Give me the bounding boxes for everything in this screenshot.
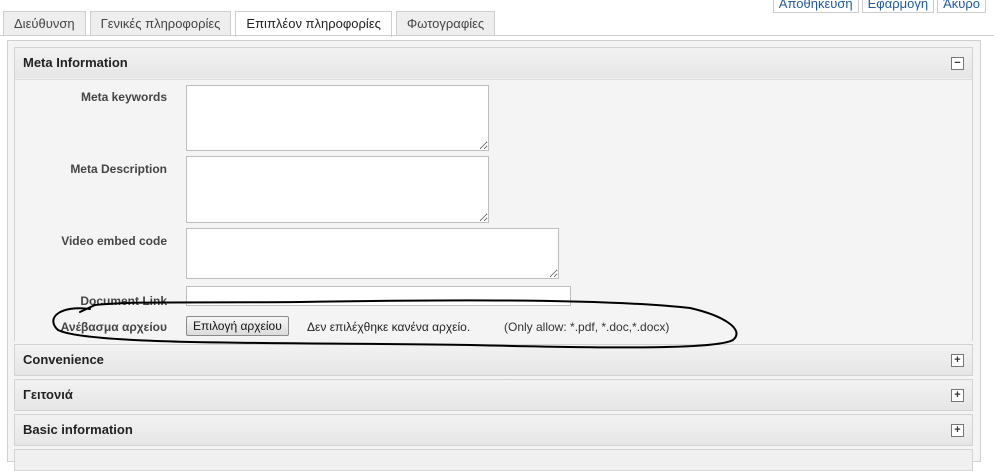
- tab-photos[interactable]: Φωτογραφίες: [395, 11, 496, 35]
- collapse-icon[interactable]: −: [951, 57, 964, 70]
- meta-information-panel: Meta Information − Meta keywords Meta De…: [14, 47, 973, 341]
- document-link-input[interactable]: [186, 286, 571, 306]
- tab-bar: Διεύθυνση Γενικές πληροφορίες Επιπλέον π…: [3, 11, 499, 37]
- tab-extra-info[interactable]: Επιπλέον πληροφορίες: [235, 11, 392, 37]
- tab-content: Meta Information − Meta keywords Meta De…: [7, 40, 981, 471]
- choose-file-button[interactable]: Επιλογή αρχείου: [186, 316, 289, 336]
- file-status-text: Δεν επιλέχθηκε κανένα αρχείο.: [307, 320, 471, 334]
- basic-information-panel: Basic information +: [14, 414, 973, 446]
- neighborhood-title: Γειτονιά: [23, 387, 73, 402]
- neighborhood-header[interactable]: Γειτονιά +: [15, 380, 972, 410]
- convenience-title: Convenience: [23, 352, 104, 367]
- meta-information-body: Meta keywords Meta Description Video emb…: [15, 79, 972, 341]
- convenience-panel: Convenience +: [14, 344, 973, 376]
- basic-information-header[interactable]: Basic information +: [15, 415, 972, 445]
- save-link[interactable]: Αποθήκευση: [772, 0, 859, 13]
- meta-information-header[interactable]: Meta Information −: [15, 48, 972, 78]
- video-embed-label: Video embed code: [61, 234, 167, 248]
- expand-icon[interactable]: +: [951, 424, 964, 437]
- file-upload-label: Ανέβασμα αρχείου: [60, 320, 167, 334]
- cancel-link[interactable]: Άκυρο: [937, 0, 986, 13]
- meta-keywords-label: Meta keywords: [80, 90, 167, 104]
- meta-description-label: Meta Description: [70, 162, 167, 176]
- meta-information-title: Meta Information: [23, 55, 128, 70]
- document-link-label: Document Link: [80, 294, 167, 308]
- expand-icon[interactable]: +: [951, 354, 964, 367]
- expand-icon[interactable]: +: [951, 389, 964, 402]
- apply-link[interactable]: Εφαρμογή: [861, 0, 935, 13]
- next-panel-edge: [14, 449, 973, 471]
- convenience-header[interactable]: Convenience +: [15, 345, 972, 375]
- tab-general-info[interactable]: Γενικές πληροφορίες: [89, 11, 232, 35]
- meta-keywords-input[interactable]: [186, 85, 489, 151]
- meta-description-input[interactable]: [186, 156, 489, 223]
- allowed-types-text: (Only allow: *.pdf, *.doc,*.docx): [504, 320, 670, 334]
- form-actions: Αποθήκευση Εφαρμογή Άκυρο: [770, 0, 986, 13]
- neighborhood-panel: Γειτονιά +: [14, 379, 973, 411]
- tab-divider: [0, 35, 994, 36]
- tab-address[interactable]: Διεύθυνση: [3, 11, 86, 35]
- video-embed-input[interactable]: [186, 228, 559, 279]
- basic-information-title: Basic information: [23, 422, 133, 437]
